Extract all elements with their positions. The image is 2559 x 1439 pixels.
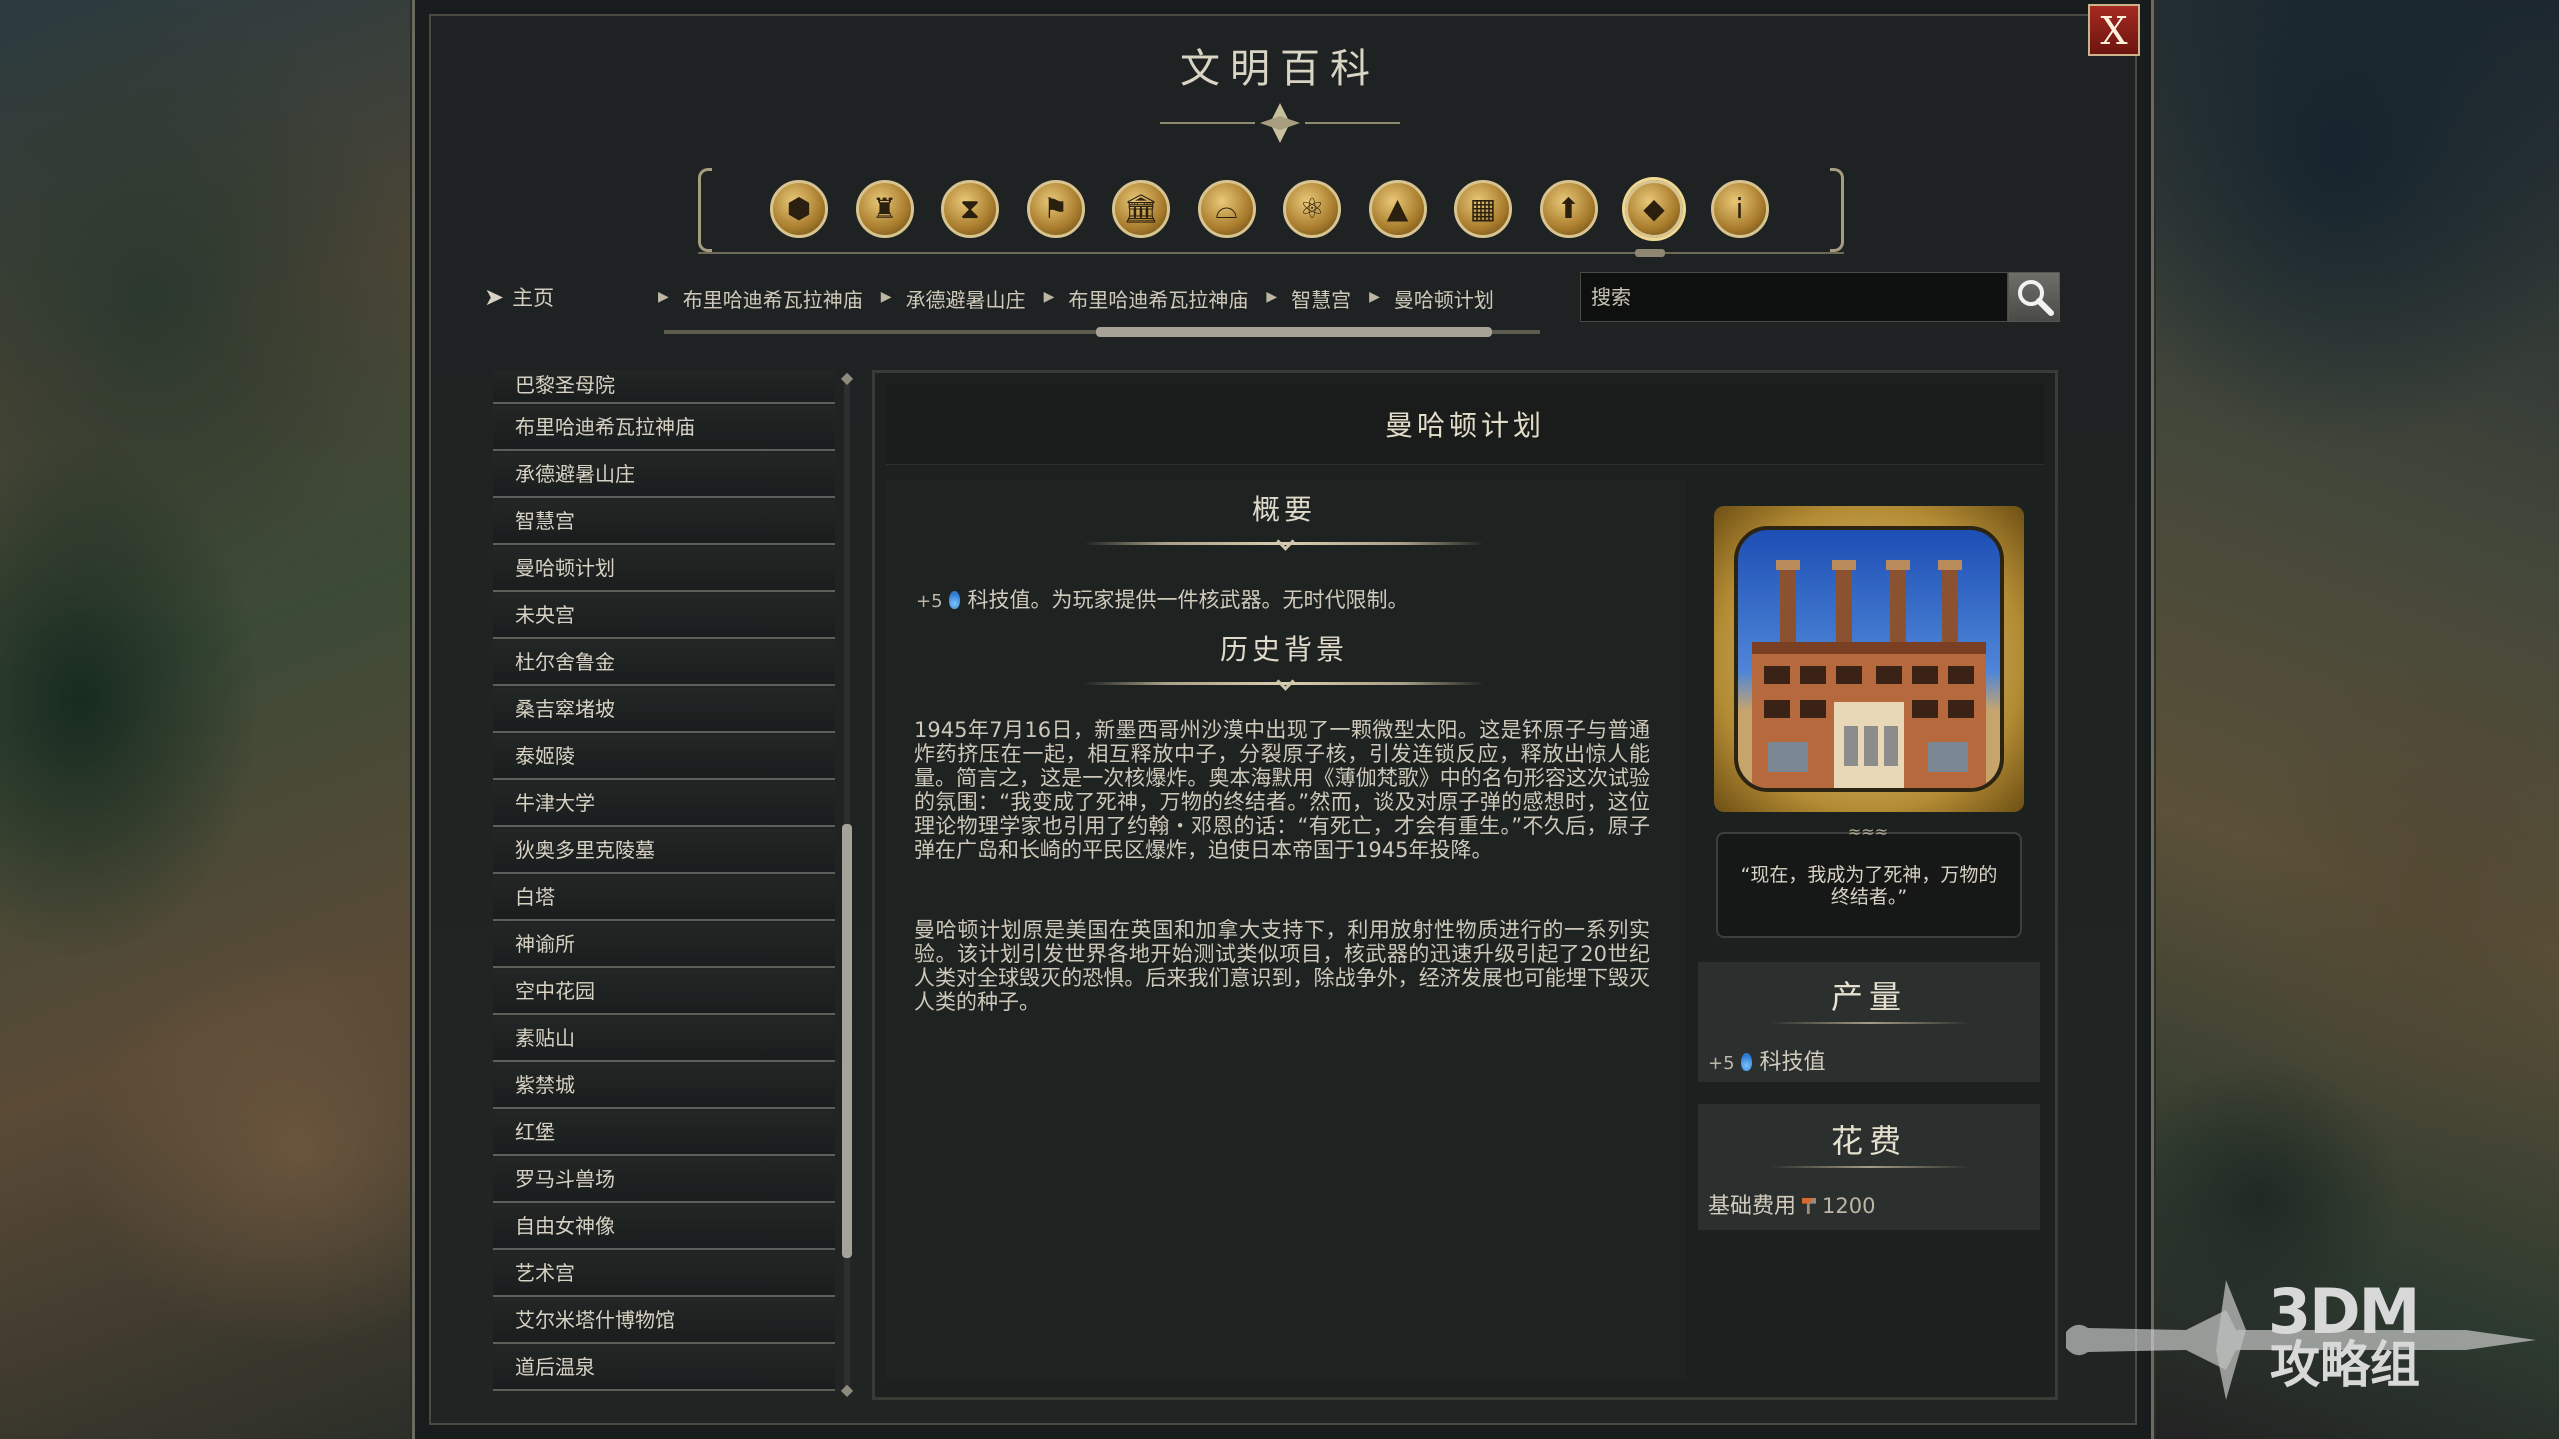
article-title: 曼哈顿计划: [1384, 409, 1545, 442]
breadcrumb-item-current[interactable]: 曼哈顿计划: [1394, 284, 1494, 313]
cost-value: 1200: [1822, 1194, 1876, 1218]
wonder-quote: “现在，我成为了死神，万物的终结者。”: [1716, 832, 2022, 938]
list-item[interactable]: 神谕所: [493, 923, 835, 968]
breadcrumb-separator-icon: ▶: [1043, 289, 1055, 305]
promotions-icon[interactable]: ⬆: [1539, 180, 1598, 238]
home-link[interactable]: ➤ 主页: [484, 282, 554, 312]
breadcrumb-separator-icon: ▶: [880, 289, 892, 305]
history-heading: 历史背景: [1219, 633, 1348, 666]
list-item[interactable]: 牛津大学: [493, 782, 835, 827]
yield-label: 科技值: [1759, 1050, 1826, 1075]
list-item[interactable]: 白塔: [493, 876, 835, 921]
list-item[interactable]: 杜尔舍鲁金: [493, 641, 835, 686]
science-icon: [948, 591, 960, 609]
religion-icon[interactable]: ⌓: [1197, 180, 1256, 238]
list-item[interactable]: 自由女神像: [493, 1205, 835, 1250]
list-item[interactable]: 空中花园: [493, 970, 835, 1015]
list-item[interactable]: 承德避暑山庄: [493, 453, 835, 498]
history-paragraph-2: 曼哈顿计划原是美国在英国和加拿大支持下，利用放射性物质进行的一系列实验。该计划引…: [914, 918, 1650, 1014]
technology-icon[interactable]: ⚛: [1283, 180, 1341, 238]
buildings-icon[interactable]: ♜: [855, 180, 914, 238]
history-paragraph-1: 1945年7月16日，新墨西哥州沙漠中出现了一颗微型太阳。这是钚原子与普通炸药挤…: [914, 718, 1650, 862]
breadcrumb-item[interactable]: 承德避暑山庄: [906, 284, 1026, 313]
breadcrumb-item[interactable]: 布里哈迪希瓦拉神庙: [683, 284, 863, 313]
window-title: 文明百科: [1180, 46, 1380, 92]
cost-title: 花费: [1830, 1122, 1907, 1160]
list-item[interactable]: 曼哈顿计划: [493, 547, 835, 592]
breadcrumb: ▶ 布里哈迪希瓦拉神庙 ▶ 承德避暑山庄 ▶ 布里哈迪希瓦拉神庙 ▶ 智慧宫 ▶…: [640, 284, 1494, 313]
map-background-right: [2140, 0, 2559, 1439]
category-bar-left-cap: [698, 168, 712, 252]
list-item[interactable]: 道后温泉: [493, 1346, 835, 1391]
breadcrumb-separator-icon: ▶: [1266, 289, 1278, 305]
cost-line: 基础费用 1200: [1708, 1188, 1875, 1220]
factory-icon: [1752, 560, 1986, 788]
breadcrumb-item[interactable]: 布里哈迪希瓦拉神庙: [1068, 284, 1248, 313]
list-item[interactable]: 素贴山: [493, 1017, 835, 1062]
quote-ornament: ≈≈≈: [1847, 822, 1889, 841]
home-label: 主页: [512, 286, 555, 310]
districts-icon[interactable]: ▦: [1454, 180, 1512, 238]
production-icon: [1802, 1198, 1817, 1214]
search-input[interactable]: [1580, 272, 2008, 322]
watermark-line-1: 3DM: [2268, 1275, 2420, 1348]
science-icon: [1740, 1053, 1752, 1071]
list-item[interactable]: 艺术宫: [493, 1252, 835, 1297]
cost-label: 基础费用: [1708, 1194, 1797, 1219]
wonder-list: 巴黎圣母院 布里哈迪希瓦拉神庙 承德避暑山庄 智慧宫 曼哈顿计划 未央宫 杜尔舍鲁金 桑吉窣堵…: [493, 370, 835, 1400]
yield-line: +5 科技值: [1708, 1044, 1826, 1076]
scroll-up-icon[interactable]: ◆: [840, 368, 854, 387]
yield-panel: 产量 +5 科技值: [1698, 962, 2040, 1082]
breadcrumb-scroll-thumb[interactable]: [1096, 327, 1492, 337]
summary-heading: 概要: [1251, 493, 1316, 526]
wonders-icon[interactable]: ⧗: [941, 180, 999, 238]
summary-prefix: +5: [916, 591, 943, 612]
list-item[interactable]: 泰姬陵: [493, 735, 835, 780]
cost-panel: 花费 基础费用 1200: [1698, 1104, 2040, 1230]
list-item[interactable]: 布里哈迪希瓦拉神庙: [493, 406, 835, 451]
terrain-icon[interactable]: ▲: [1368, 180, 1427, 238]
leaders-icon[interactable]: ⚑: [1026, 180, 1085, 238]
list-item[interactable]: 智慧宫: [493, 500, 835, 545]
list-item[interactable]: 狄奥多里克陵墓: [493, 829, 835, 874]
list-item[interactable]: 红堡: [493, 1111, 835, 1156]
list-item[interactable]: 罗马斗兽场: [493, 1158, 835, 1203]
list-scroll-thumb[interactable]: [842, 824, 852, 1258]
info-icon[interactable]: i: [1710, 180, 1769, 238]
map-background-left: [0, 0, 420, 1439]
search-icon: [2018, 280, 2054, 316]
search-button[interactable]: [2008, 272, 2060, 322]
category-bar-right-cap: [1830, 168, 1844, 252]
summary-text: 科技值。为玩家提供一件核武器。无时代限制。: [967, 588, 1409, 612]
close-button[interactable]: X: [2088, 4, 2140, 56]
yield-title: 产量: [1830, 978, 1907, 1016]
units-icon[interactable]: ⬢: [770, 180, 828, 238]
watermark-line-2: 攻略组: [2270, 1336, 2420, 1394]
yield-prefix: +5: [1708, 1053, 1735, 1074]
cost-divider: [1770, 1166, 1970, 1168]
scroll-down-icon[interactable]: ◆: [840, 1380, 854, 1399]
list-item[interactable]: 艾尔米塔什博物馆: [493, 1299, 835, 1344]
manhattan-project-image: [1734, 526, 2004, 792]
yield-divider: [1770, 1022, 1970, 1024]
breadcrumb-separator-icon: ▶: [1369, 289, 1380, 305]
civics-icon[interactable]: 🏛: [1112, 180, 1170, 238]
list-item[interactable]: 未央宫: [493, 594, 835, 639]
breadcrumb-separator-icon: ▶: [658, 289, 669, 305]
title-ornament: [1160, 103, 1400, 143]
summary-line: +5 科技值。为玩家提供一件核武器。无时代限制。: [916, 584, 1409, 614]
breadcrumb-item[interactable]: 智慧宫: [1291, 284, 1351, 313]
active-category-marker: [1635, 249, 1665, 257]
list-item[interactable]: 桑吉窣堵坡: [493, 688, 835, 733]
back-arrow-icon: ➤: [484, 283, 505, 311]
list-item[interactable]: 紫禁城: [493, 1064, 835, 1109]
list-item[interactable]: 巴黎圣母院: [493, 370, 835, 404]
great-works-icon[interactable]: ◆: [1625, 180, 1683, 238]
